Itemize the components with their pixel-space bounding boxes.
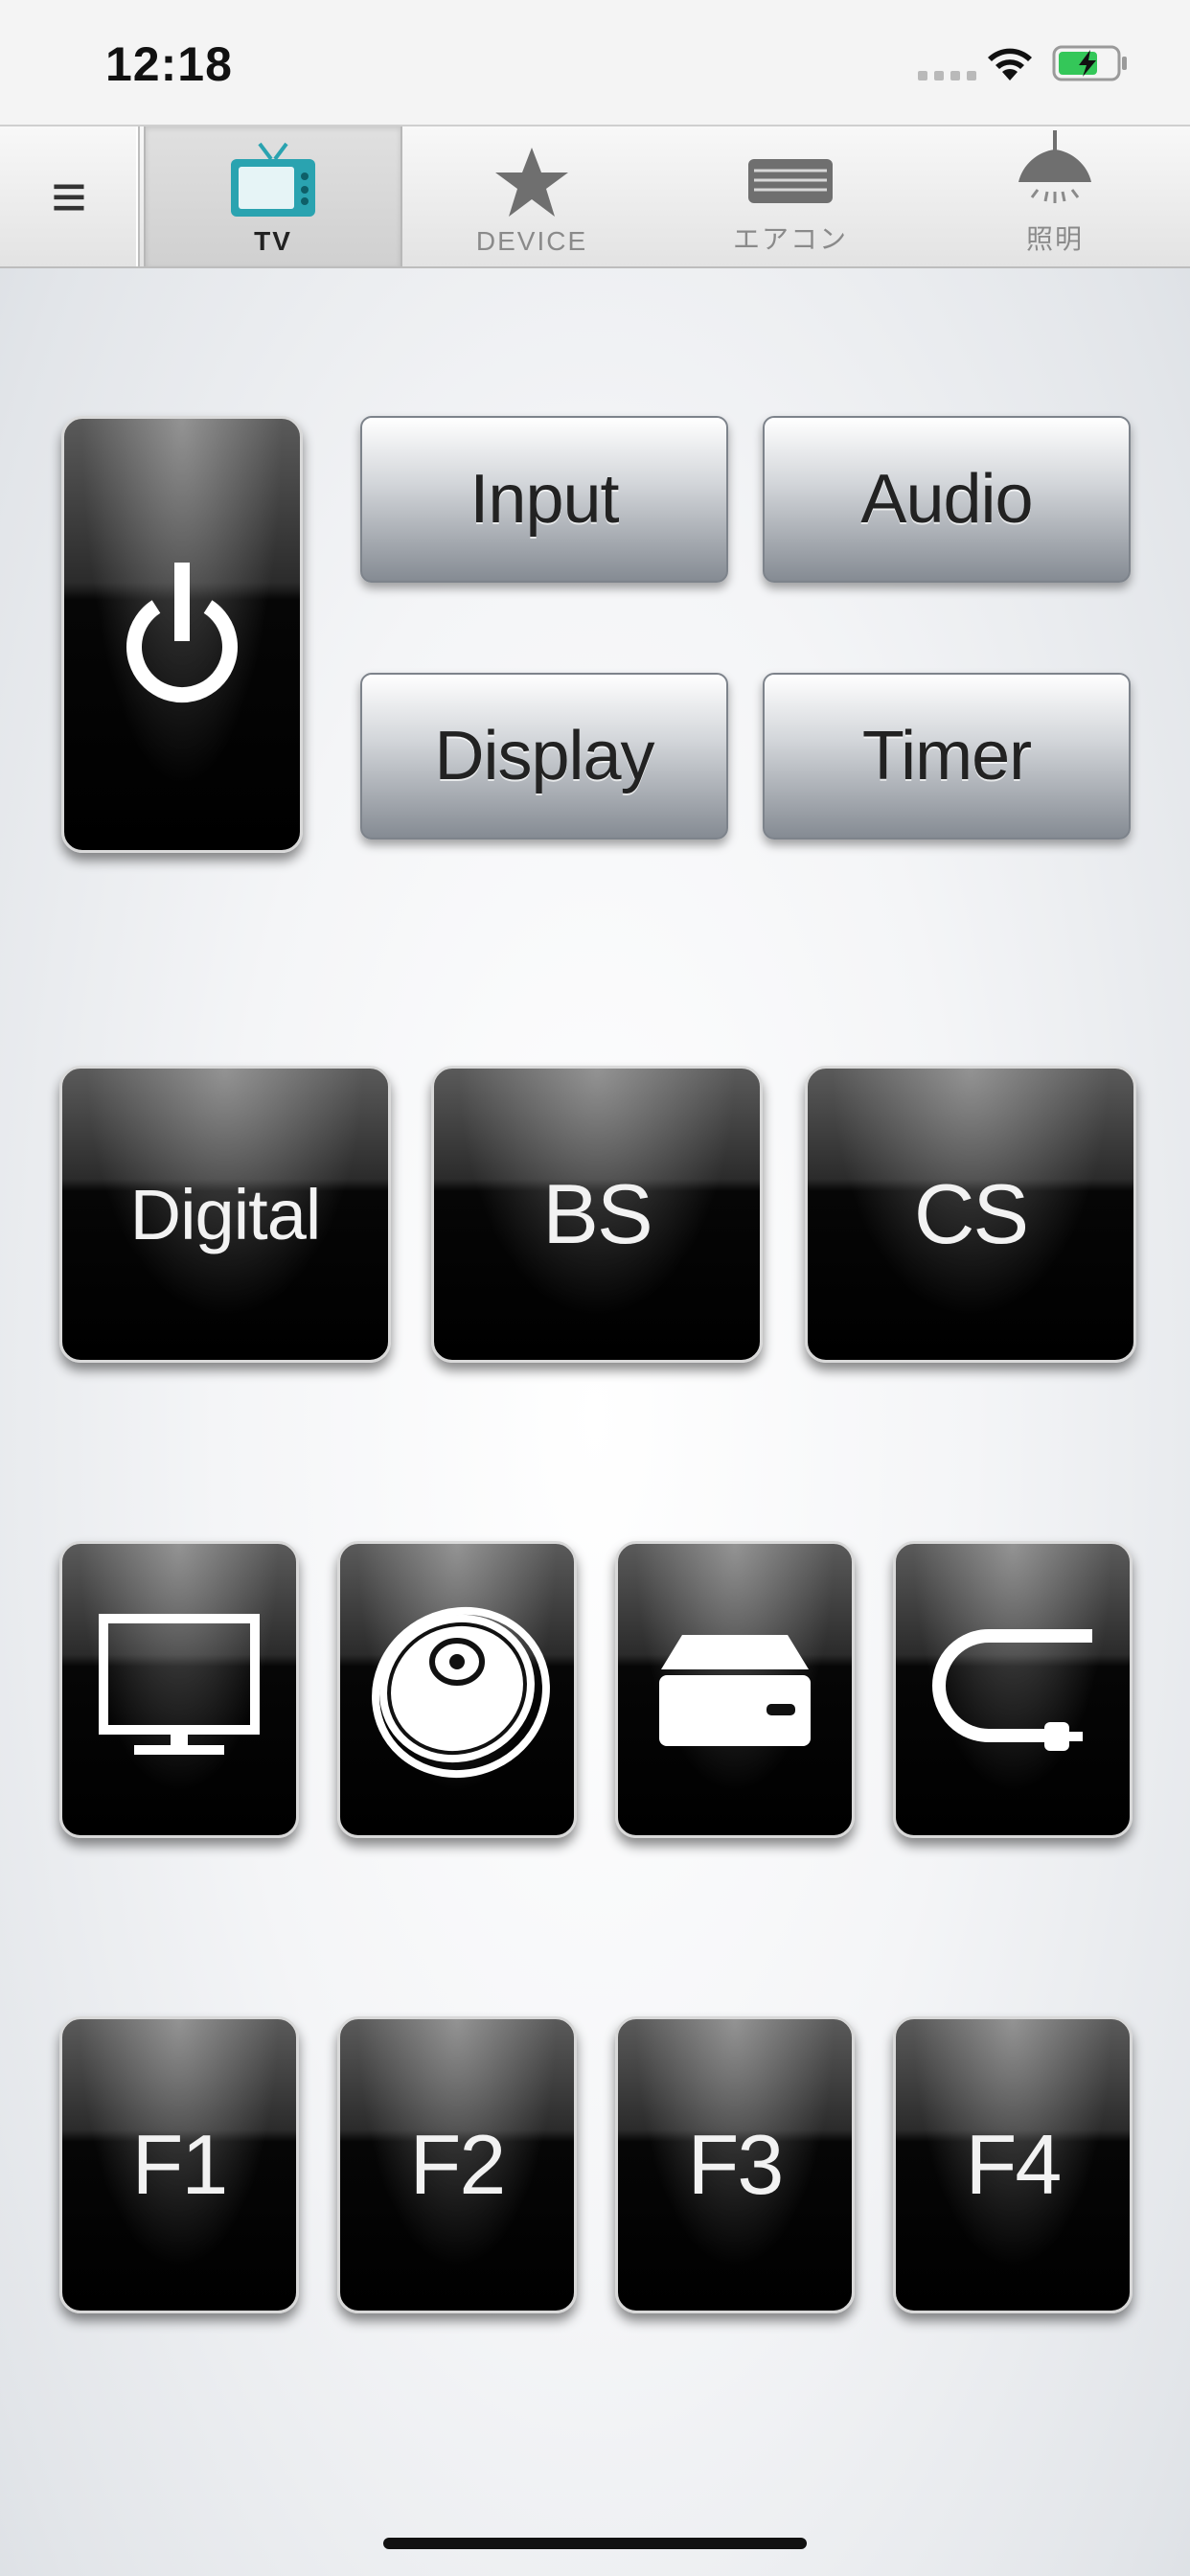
cs-button[interactable]: CS [805, 1066, 1136, 1363]
disc-source-button[interactable] [337, 1541, 577, 1838]
digital-button[interactable]: Digital [59, 1066, 391, 1363]
tab-label: DEVICE [475, 226, 588, 256]
device-tab-bar: ≡ TV DEVICE エアコン 照明 [0, 125, 1190, 268]
button-label: Digital [129, 1174, 322, 1254]
monitor-icon [99, 1614, 260, 1755]
tab-air-conditioner[interactable]: エアコン [661, 126, 920, 266]
button-label: F4 [965, 2117, 1063, 2212]
button-label: Input [469, 461, 619, 538]
external-input-source-button[interactable] [893, 1541, 1133, 1838]
power-button[interactable] [61, 416, 303, 853]
cellular-signal-icon [918, 71, 976, 80]
monitor-source-button[interactable] [59, 1541, 299, 1838]
tab-label: エアコン [732, 224, 848, 254]
button-label: F3 [687, 2117, 785, 2212]
f1-button[interactable]: F1 [59, 2016, 299, 2313]
status-time: 12:18 [105, 37, 233, 91]
hamburger-icon: ≡ [51, 162, 87, 231]
button-label: Display [434, 718, 654, 794]
button-label: F2 [409, 2117, 507, 2212]
tab-tv[interactable]: TV [144, 126, 402, 266]
disc-icon [372, 1606, 550, 1779]
f4-button[interactable]: F4 [893, 2016, 1133, 2313]
power-icon [126, 563, 238, 703]
timer-button[interactable]: Timer [763, 673, 1131, 840]
battery-charging-icon [1052, 45, 1127, 81]
button-label: CS [913, 1166, 1029, 1261]
hdd-source-button[interactable] [615, 1541, 855, 1838]
star-icon [495, 148, 568, 217]
f3-button[interactable]: F3 [615, 2016, 855, 2313]
bs-button[interactable]: BS [431, 1066, 763, 1363]
tab-label: 照明 [1025, 224, 1084, 254]
home-indicator[interactable] [383, 2538, 807, 2549]
tab-label: TV [254, 226, 292, 256]
audio-button[interactable]: Audio [763, 416, 1131, 583]
button-label: Timer [861, 718, 1032, 794]
button-label: Audio [860, 461, 1033, 538]
wifi-icon [988, 48, 1032, 80]
menu-button[interactable]: ≡ [0, 126, 140, 266]
air-conditioner-icon [748, 159, 833, 203]
status-bar: 12:18 [0, 0, 1190, 125]
tv-icon [231, 142, 315, 217]
display-button[interactable]: Display [360, 673, 728, 840]
tab-device[interactable]: DEVICE [402, 126, 661, 266]
f2-button[interactable]: F2 [337, 2016, 577, 2313]
cable-plug-icon [932, 1629, 1092, 1751]
hard-drive-icon [659, 1635, 811, 1746]
button-label: F1 [131, 2117, 229, 2212]
input-button[interactable]: Input [360, 416, 728, 583]
tab-lighting[interactable]: 照明 [920, 126, 1190, 266]
ceiling-lamp-icon [1018, 130, 1091, 203]
button-label: BS [542, 1166, 652, 1261]
